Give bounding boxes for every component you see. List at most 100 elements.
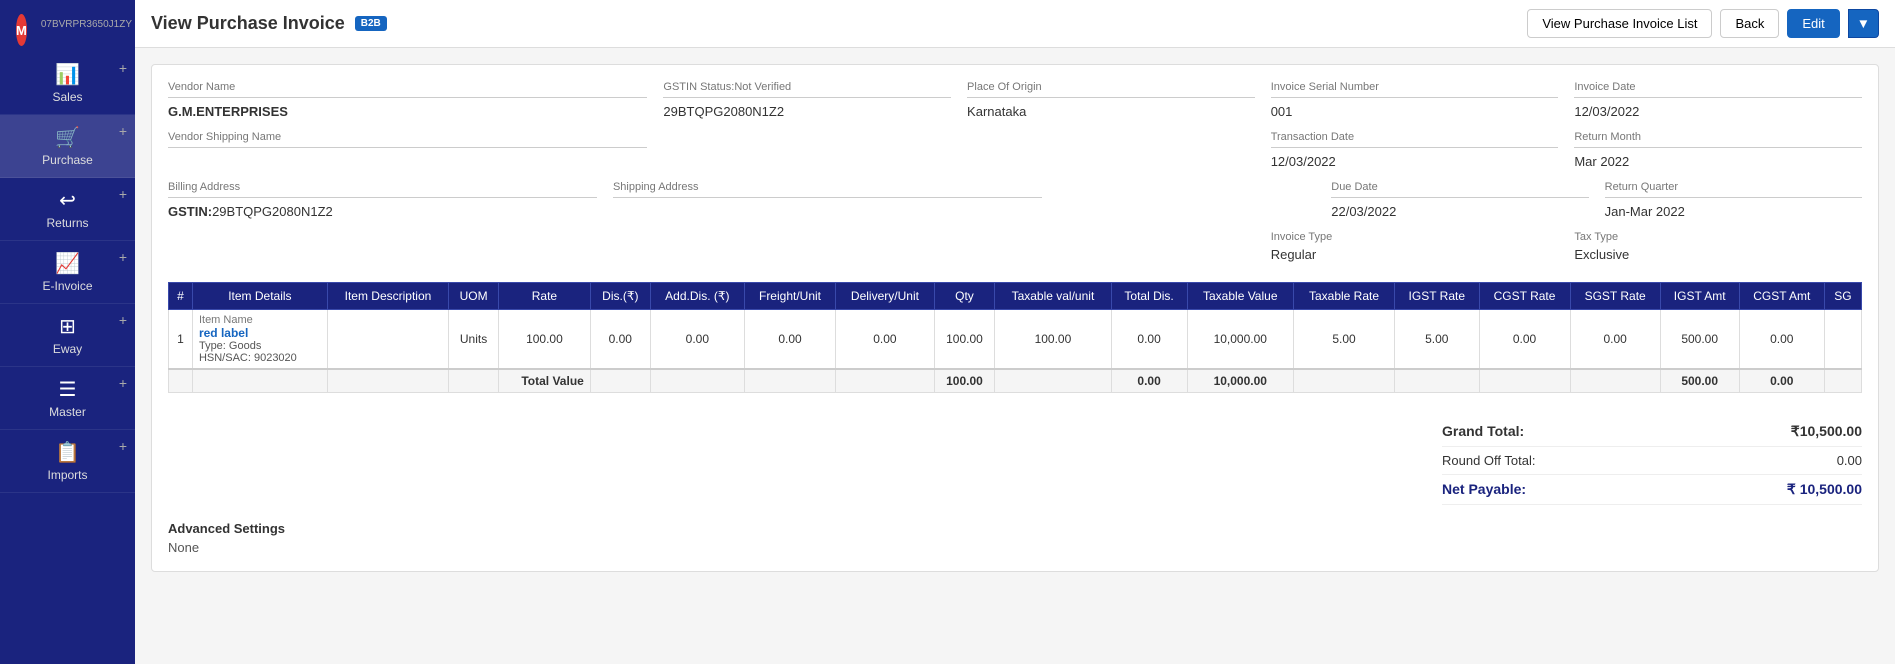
back-button[interactable]: Back (1720, 9, 1779, 38)
row-igst-rate: 5.00 (1395, 310, 1480, 370)
billing-gstin-number: 29BTQPG2080N1Z2 (212, 204, 333, 219)
row-num: 1 (169, 310, 193, 370)
header-actions: View Purchase Invoice List Back Edit ▼ (1527, 9, 1879, 38)
invoice-card: Vendor Name G.M.ENTERPRISES GSTIN Status… (151, 64, 1879, 572)
row-sg (1824, 310, 1861, 370)
purchase-plus-icon[interactable]: + (119, 123, 127, 139)
col-taxable-val-unit: Taxable val/unit (995, 283, 1111, 310)
col-uom: UOM (449, 283, 499, 310)
row-item-details: Item Name red label Type: Goods HSN/SAC:… (192, 310, 327, 370)
row-delivery: 0.00 (836, 310, 935, 370)
shipping-address-label: Shipping Address (613, 181, 1042, 193)
sidebar-item-label-master: Master (49, 405, 86, 419)
page-content: Vendor Name G.M.ENTERPRISES GSTIN Status… (135, 48, 1895, 664)
imports-plus-icon[interactable]: + (119, 438, 127, 454)
total-empty-10 (1293, 369, 1394, 393)
return-month-col: Return Month Mar 2022 (1574, 131, 1862, 177)
sidebar-item-label-sales: Sales (52, 90, 82, 104)
place-of-origin-label: Place Of Origin (967, 81, 1255, 93)
row-taxable-value: 10,000.00 (1187, 310, 1293, 370)
row-cgst-amt: 0.00 (1739, 310, 1824, 370)
vendor-name-value: G.M.ENTERPRISES (168, 104, 647, 119)
totals-section: Grand Total: ₹10,500.00 Round Off Total:… (168, 417, 1862, 505)
total-taxable: 10,000.00 (1187, 369, 1293, 393)
total-empty-13 (1570, 369, 1660, 393)
total-empty-14 (1824, 369, 1861, 393)
invoice-type-value: Regular (1271, 247, 1559, 262)
row-qty: 100.00 (934, 310, 994, 370)
col-igst-rate: IGST Rate (1395, 283, 1480, 310)
row-total-dis: 0.00 (1111, 310, 1187, 370)
sidebar-item-label-imports: Imports (47, 468, 87, 482)
col-delivery: Delivery/Unit (836, 283, 935, 310)
vendor-name-col: Vendor Name G.M.ENTERPRISES (168, 81, 647, 127)
sales-icon: 📊 (55, 62, 80, 87)
sidebar-item-purchase[interactable]: + 🛒 Purchase (0, 115, 135, 178)
row-freight: 0.00 (744, 310, 835, 370)
gstin-status-col: GSTIN Status:Not Verified 29BTQPG2080N1Z… (663, 81, 951, 127)
col-igst-amt: IGST Amt (1660, 283, 1739, 310)
sidebar-item-imports[interactable]: + 📋 Imports (0, 430, 135, 493)
col-rate: Rate (499, 283, 591, 310)
row-add-dis: 0.00 (650, 310, 744, 370)
imports-icon: 📋 (55, 440, 80, 465)
sidebar-item-returns[interactable]: + ↩ Returns (0, 178, 135, 241)
grand-total-label: Grand Total: (1442, 423, 1524, 440)
return-quarter-col: Return Quarter Jan-Mar 2022 (1605, 181, 1862, 227)
col-taxable-rate: Taxable Rate (1293, 283, 1394, 310)
col-sg: SG (1824, 283, 1861, 310)
net-payable-value: ₹ 10,500.00 (1787, 481, 1862, 498)
sidebar-item-master[interactable]: + ☰ Master (0, 367, 135, 430)
due-date-value: 22/03/2022 (1331, 204, 1588, 219)
invoice-serial-label: Invoice Serial Number (1271, 81, 1559, 93)
einvoice-plus-icon[interactable]: + (119, 249, 127, 265)
edit-dropdown-button[interactable]: ▼ (1848, 9, 1879, 38)
billing-gstin-value: GSTIN:29BTQPG2080N1Z2 (168, 204, 597, 219)
returns-plus-icon[interactable]: + (119, 186, 127, 202)
master-plus-icon[interactable]: + (119, 375, 127, 391)
vendor-name-label: Vendor Name (168, 81, 647, 93)
returns-icon: ↩ (59, 188, 76, 213)
sidebar-item-label-returns: Returns (46, 216, 88, 230)
gstin-value: 29BTQPG2080N1Z2 (663, 104, 951, 119)
transaction-date-col: Transaction Date 12/03/2022 (1271, 131, 1559, 177)
sales-plus-icon[interactable]: + (119, 60, 127, 76)
row-igst-amt: 500.00 (1660, 310, 1739, 370)
net-payable-row: Net Payable: ₹ 10,500.00 (1442, 475, 1862, 505)
billing-gstin-label-text: GSTIN: (168, 204, 212, 219)
invoice-date-col: Invoice Date 12/03/2022 (1574, 81, 1862, 127)
main-content: View Purchase Invoice B2B View Purchase … (135, 0, 1895, 664)
tax-type-label: Tax Type (1574, 231, 1862, 243)
empty-col-1 (663, 131, 951, 177)
sidebar-item-sales[interactable]: + 📊 Sales (0, 52, 135, 115)
grand-total-row: Grand Total: ₹10,500.00 (1442, 417, 1862, 447)
eway-plus-icon[interactable]: + (119, 312, 127, 328)
col-item-description: Item Description (327, 283, 448, 310)
col-taxable-value: Taxable Value (1187, 283, 1293, 310)
edit-button[interactable]: Edit (1787, 9, 1839, 38)
purchase-icon: 🛒 (55, 125, 80, 150)
empty-col-4 (967, 231, 1255, 270)
sidebar-item-label-purchase: Purchase (42, 153, 93, 167)
transaction-date-label: Transaction Date (1271, 131, 1559, 143)
col-sgst-rate: SGST Rate (1570, 283, 1660, 310)
row-taxable-val-unit: 100.00 (995, 310, 1111, 370)
col-qty: Qty (934, 283, 994, 310)
sidebar-item-einvoice[interactable]: + 📈 E-Invoice (0, 241, 135, 304)
app-logo: M (16, 14, 27, 46)
return-quarter-value: Jan-Mar 2022 (1605, 204, 1862, 219)
table-header-row: # Item Details Item Description UOM Rate… (169, 283, 1862, 310)
total-dis-val: 0.00 (1111, 369, 1187, 393)
invoice-type-col: Invoice Type Regular (1271, 231, 1559, 270)
tax-type-col: Tax Type Exclusive (1574, 231, 1862, 270)
total-empty-3 (327, 369, 448, 393)
view-list-button[interactable]: View Purchase Invoice List (1527, 9, 1712, 38)
sidebar-item-eway[interactable]: + ⊞ Eway (0, 304, 135, 367)
einvoice-icon: 📈 (55, 251, 80, 276)
total-empty-6 (650, 369, 744, 393)
return-quarter-label: Return Quarter (1605, 181, 1862, 193)
invoice-serial-col: Invoice Serial Number 001 (1271, 81, 1559, 127)
tax-type-value: Exclusive (1574, 247, 1862, 262)
grand-total-value: ₹10,500.00 (1791, 423, 1862, 440)
row-sgst-rate: 0.00 (1570, 310, 1660, 370)
